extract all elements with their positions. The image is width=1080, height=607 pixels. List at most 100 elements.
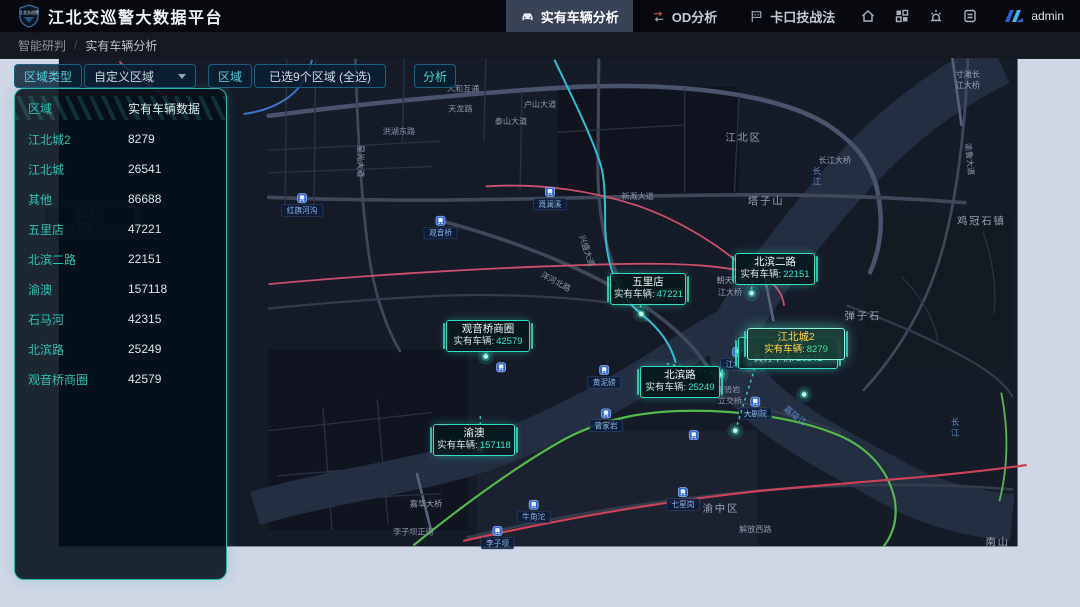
apps-button[interactable] xyxy=(887,0,917,32)
region-name: 江北城2 xyxy=(28,132,71,147)
area-type-label: 区域类型 xyxy=(14,64,83,88)
table-header: 区域 实有车辆数据 xyxy=(15,96,226,120)
map-label: 卢山大道 xyxy=(524,99,557,109)
region-row[interactable]: 其他 86688 xyxy=(15,184,226,214)
alarm-button[interactable] xyxy=(921,0,951,32)
station-label: 大剧院 xyxy=(744,409,767,419)
region-name: 北滨路 xyxy=(28,342,65,357)
tooltip-value-label: 实有车辆: xyxy=(453,336,495,347)
map-label: 江大桥 xyxy=(718,287,742,297)
region-label: 区域 xyxy=(208,64,253,88)
region-row[interactable]: 观音桥商圈 42579 xyxy=(15,364,226,394)
tooltip-value-label: 实有车辆: xyxy=(764,344,805,355)
app-header: 江北交巡警 江北交巡警大数据平台 实有车辆分析 OD分析 卡口技战法 admin xyxy=(0,0,1080,32)
map-label: 立交桥 xyxy=(718,395,742,405)
vehicle-marker-dot[interactable] xyxy=(638,311,644,317)
map-label: 江北区 xyxy=(725,132,762,144)
page-title: 江北交巡警大数据平台 xyxy=(48,10,224,27)
region-row[interactable]: 北滨二路 22151 xyxy=(15,244,226,274)
station-label: 黄泥磅 xyxy=(593,377,616,387)
breadcrumb-page: 实有车辆分析 xyxy=(85,38,158,53)
region-row[interactable]: 五里店 47221 xyxy=(15,214,226,244)
region-name: 江北城 xyxy=(28,162,65,177)
station-label: 曾家岩 xyxy=(595,420,618,430)
map-label: 解放西路 xyxy=(739,524,772,534)
station-label: 溉澜溪 xyxy=(538,199,561,209)
map-tooltip-region[interactable]: 北滨二路 实有车辆: 22151 xyxy=(732,253,818,285)
region-row[interactable]: 渝澳 157118 xyxy=(15,274,226,304)
checkpoint-flag-icon xyxy=(751,10,762,22)
tooltip-value-label: 实有车辆: xyxy=(614,289,655,300)
region-vehicle-count: 25249 xyxy=(128,342,162,356)
map-label: 弹子石 xyxy=(845,309,882,322)
region-name: 渝澳 xyxy=(28,282,53,297)
station-label: 七星岗 xyxy=(671,500,694,509)
map-label: 寸滩长 xyxy=(956,69,980,79)
map-label: 渝中区 xyxy=(703,502,740,515)
region-vehicle-count: 42315 xyxy=(128,312,162,326)
map-label: 嘉华大桥 xyxy=(410,499,443,509)
document-list-icon xyxy=(964,9,977,23)
map-tooltip-region[interactable]: 观音桥商圈 实有车辆: 42579 xyxy=(443,320,533,352)
apps-grid-icon xyxy=(896,9,909,23)
region-vehicle-count: 26541 xyxy=(128,162,162,176)
station-label: 红旗河沟 xyxy=(287,205,318,215)
tooltip-vehicle-count: 25249 xyxy=(688,382,715,393)
station-label: 观音桥 xyxy=(429,228,452,238)
vehicle-marker-dot[interactable] xyxy=(801,392,807,397)
map-tooltip-region[interactable]: 五里店 实有车辆: 47221 xyxy=(607,273,689,305)
map-canvas[interactable]: 红旗河沟观音桥溉澜溪黄泥磅江北城大剧院曾家岩七星岗牛角沱李子坝 人和互通天龙路卢… xyxy=(0,58,1080,607)
brand-logo-icon xyxy=(1005,10,1024,22)
map-label: 长江大桥 xyxy=(819,155,852,165)
region-vehicle-count: 8279 xyxy=(128,132,155,146)
car-icon xyxy=(522,12,533,20)
analyze-button[interactable]: 分析 xyxy=(414,64,457,88)
tooltip-value-label: 实有车辆: xyxy=(437,440,478,451)
region-row[interactable]: 江北城2 8279 xyxy=(15,124,226,154)
tooltip-region-name: 渝澳 xyxy=(463,427,485,439)
map-tooltip-region[interactable]: 北滨路 实有车辆: 25249 xyxy=(637,366,723,398)
tooltip-region-name: 北滨路 xyxy=(664,369,696,381)
area-type-select[interactable]: 自定义区域 xyxy=(84,64,197,88)
top-nav: 实有车辆分析 OD分析 卡口技战法 admin xyxy=(505,0,1068,32)
map-label: 江大桥 xyxy=(956,80,980,90)
vehicle-marker-dot[interactable] xyxy=(733,428,738,433)
map-tooltip-highlighted[interactable]: 江北城2 实有车辆: 8279 xyxy=(744,328,848,360)
home-button[interactable] xyxy=(853,0,883,32)
vehicle-marker-dot[interactable] xyxy=(749,290,754,296)
map-label: 鸡冠石镇 xyxy=(957,214,1006,227)
station-label: 牛角沱 xyxy=(522,512,545,522)
region-vehicle-count: 22151 xyxy=(128,252,162,266)
filter-bar: 区域类型 自定义区域 区域 已选9个区域 (全选) 分析 xyxy=(14,64,457,88)
tooltip-region-name: 江北城2 xyxy=(777,331,815,343)
map-label: 江 xyxy=(812,177,821,187)
region-row[interactable]: 江北城 26541 xyxy=(15,154,226,184)
breadcrumb-section[interactable]: 智能研判 xyxy=(18,37,66,54)
region-row[interactable]: 石马河 42315 xyxy=(15,304,226,334)
police-shield-icon: 江北交巡警 xyxy=(19,4,39,28)
map-label: 南山 xyxy=(985,535,1009,548)
nav-od-analysis[interactable]: OD分析 xyxy=(637,0,732,32)
map-label: 塔子山 xyxy=(748,195,785,208)
nav-checkpoint-tactics[interactable]: 卡口技战法 xyxy=(735,0,849,32)
username: admin xyxy=(1031,9,1064,23)
breadcrumb-separator: / xyxy=(74,38,78,52)
docs-button[interactable] xyxy=(955,0,985,32)
svg-text:江北交巡警: 江北交巡警 xyxy=(19,9,39,15)
nav-vehicle-analysis[interactable]: 实有车辆分析 xyxy=(505,0,633,32)
vehicle-marker-dot[interactable] xyxy=(483,354,489,359)
tooltip-value-label: 实有车辆: xyxy=(740,269,782,280)
region-vehicle-count: 157118 xyxy=(128,282,168,296)
app-logo: 江北交巡警 江北交巡警大数据平台 xyxy=(18,4,223,28)
region-vehicle-count: 86688 xyxy=(128,192,162,206)
tooltip-region-name: 北滨二路 xyxy=(754,256,796,268)
map-label: 江 xyxy=(951,428,960,438)
map-tooltip-region[interactable]: 渝澳 实有车辆: 157118 xyxy=(430,424,518,456)
user-menu[interactable]: admin xyxy=(1003,9,1064,23)
region-name: 观音桥商圈 xyxy=(28,372,89,387)
region-select[interactable]: 已选9个区域 (全选) xyxy=(254,64,387,88)
tooltip-region-name: 观音桥商圈 xyxy=(461,323,515,335)
region-row[interactable]: 北滨路 25249 xyxy=(15,334,226,364)
region-data-panel: 区域 实有车辆数据 江北城2 8279 江北城 26541 其他 86688 五里店 4722… xyxy=(14,88,227,580)
map-label: 天龙路 xyxy=(448,103,472,113)
